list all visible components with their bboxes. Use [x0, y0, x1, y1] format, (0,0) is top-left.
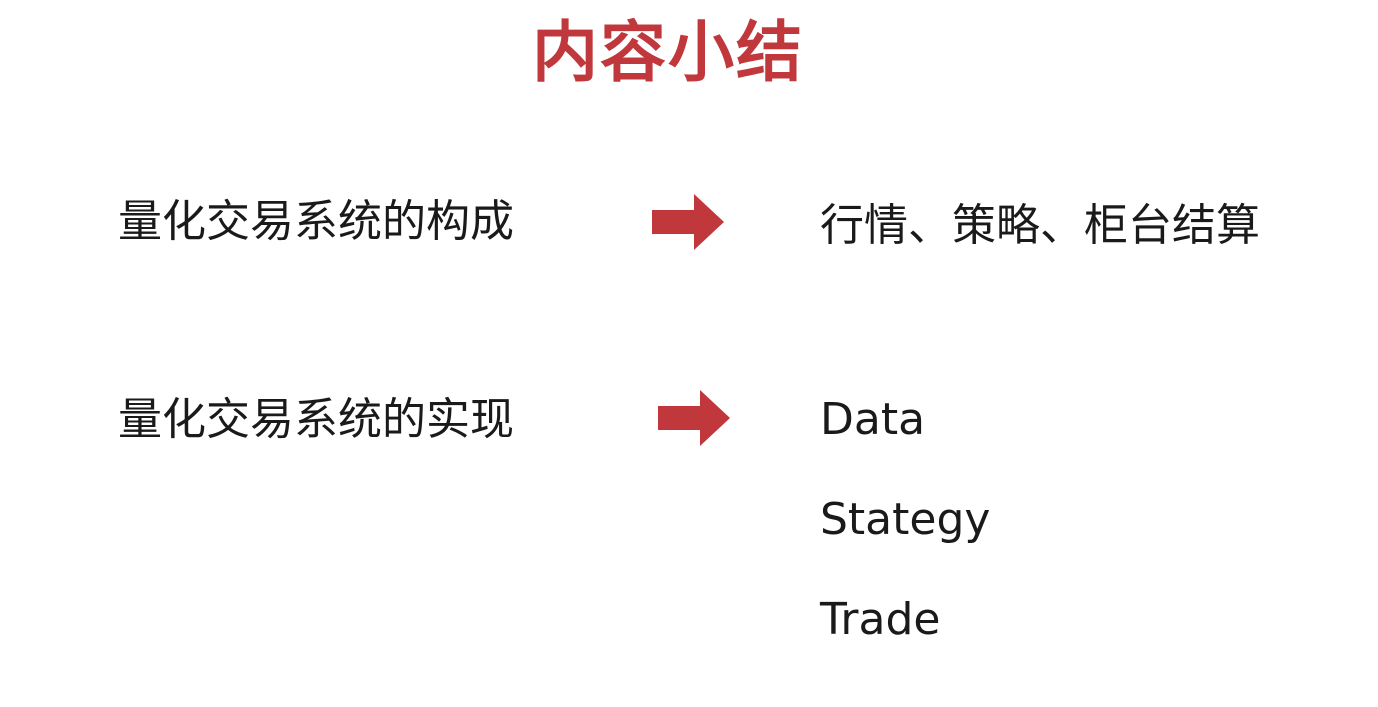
implementation-label: 量化交易系统的实现: [118, 394, 514, 445]
right-arrow-icon: [658, 390, 730, 446]
right-arrow-icon: [652, 194, 724, 250]
composition-label: 量化交易系统的构成: [118, 196, 514, 247]
list-item-trade: Trade: [820, 594, 941, 645]
slide-title: 内容小结: [532, 14, 804, 91]
list-item-strategy: Stategy: [820, 494, 991, 545]
list-item-data: Data: [820, 394, 926, 445]
implementation-list: Data Stategy Trade: [820, 392, 990, 692]
composition-value: 行情、策略、柜台结算: [820, 200, 1260, 251]
